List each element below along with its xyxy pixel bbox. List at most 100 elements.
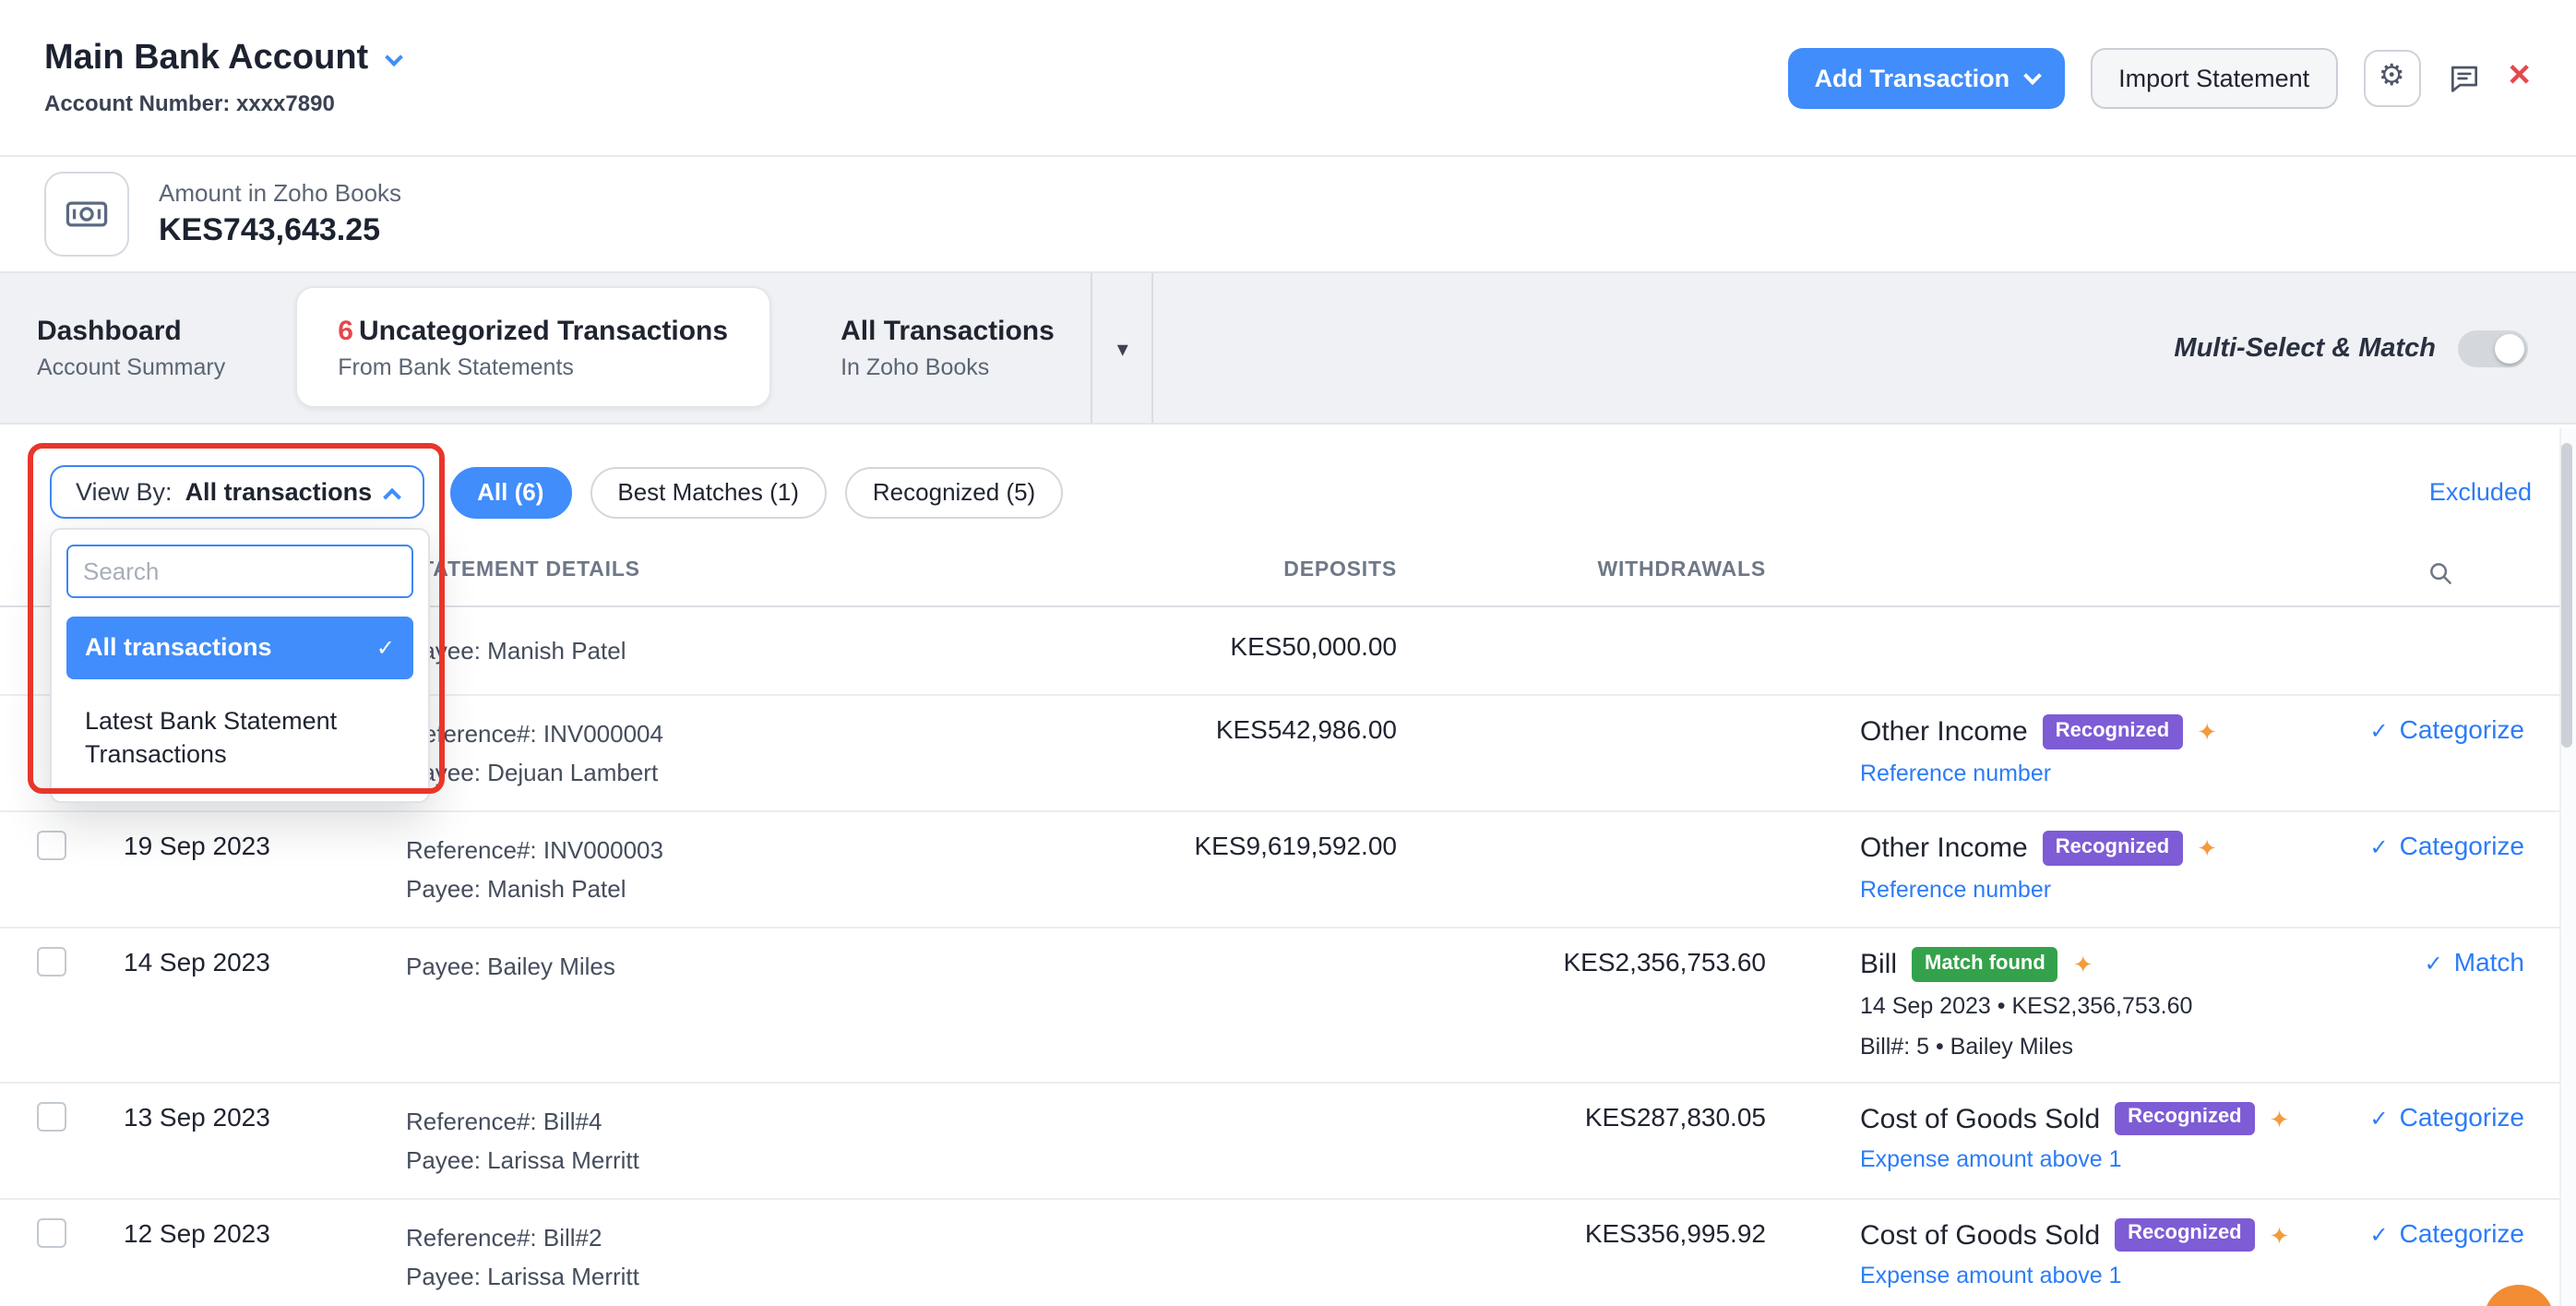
filter-pill-all[interactable]: All (6) — [449, 466, 571, 518]
tab-strip: Dashboard Account Summary 6Uncategorized… — [0, 271, 2576, 425]
view-by-value: All transactions — [185, 478, 373, 506]
row-checkbox[interactable] — [37, 947, 66, 977]
chat-bubble-icon — [2446, 60, 2481, 95]
row-checkbox[interactable] — [37, 1217, 66, 1247]
row-withdrawal: KES2,356,753.60 — [1412, 929, 1781, 995]
row-withdrawal: KES356,995.92 — [1412, 1199, 1781, 1265]
rule-link[interactable]: Reference number — [1860, 876, 2051, 902]
page-title: Main Bank Account — [44, 39, 368, 79]
sparkle-icon: ✦ — [2197, 720, 2217, 744]
categorize-button[interactable]: ✓ Categorize — [2369, 1217, 2524, 1247]
recognized-badge: Recognized — [2115, 1217, 2254, 1252]
topbar: Main Bank Account Account Number: xxxx78… — [0, 0, 2576, 157]
row-deposit: KES50,000.00 — [1033, 607, 1412, 685]
gear-icon: ⚙ — [2379, 63, 2405, 92]
option-all-transactions[interactable]: All transactions ✓ — [66, 617, 413, 679]
transactions-content: View By: All transactions All (6) Best M… — [0, 425, 2576, 1306]
check-icon: ✓ — [2369, 834, 2388, 860]
row-checkbox[interactable] — [37, 1101, 66, 1131]
table-row[interactable]: 14 Sep 2023 Payee: Bailey Miles KES2,356… — [0, 929, 2576, 1083]
tab-dashboard[interactable]: Dashboard Account Summary — [0, 273, 262, 423]
tab-uncategorized-subtitle: From Bank Statements — [338, 353, 728, 379]
row-payee: Payee: Larissa Merritt — [406, 1140, 1011, 1179]
multi-select-toggle[interactable] — [2458, 329, 2528, 366]
row-reference: Reference#: INV000004 — [406, 714, 1011, 753]
action-label: Match — [2454, 947, 2524, 977]
tab-dashboard-subtitle: Account Summary — [37, 354, 225, 380]
row-withdrawal: KES287,830.05 — [1412, 1083, 1781, 1149]
check-icon: ✓ — [2369, 718, 2388, 744]
close-button[interactable]: ✕ — [2507, 63, 2532, 92]
account-number: Account Number: xxxx7890 — [44, 90, 400, 116]
account-switcher-chevron-icon[interactable] — [384, 47, 402, 66]
option-latest-bank-statement-transactions[interactable]: Latest Bank Statement Transactions — [66, 690, 413, 786]
tab-uncategorized-transactions[interactable]: 6Uncategorized Transactions From Bank St… — [295, 286, 770, 408]
view-by-label: View By: — [76, 478, 173, 506]
add-transaction-button[interactable]: Add Transaction — [1789, 47, 2066, 108]
excluded-link[interactable]: Excluded — [2429, 478, 2532, 506]
tab-all-subtitle: In Zoho Books — [841, 354, 1055, 380]
recognized-badge: Recognized — [2115, 1101, 2254, 1135]
recognized-badge: Recognized — [2043, 831, 2182, 865]
dropdown-options: All transactions ✓ Latest Bank Statement… — [66, 617, 413, 786]
row-deposit: KES9,619,592.00 — [1033, 812, 1412, 879]
check-icon: ✓ — [2369, 1221, 2388, 1247]
rule-link[interactable]: Expense amount above 1 — [1860, 1264, 2122, 1289]
check-icon: ✓ — [2369, 1105, 2388, 1131]
row-payee: Payee: Manish Patel — [406, 869, 1011, 908]
amount-label: Amount in Zoho Books — [159, 179, 401, 207]
row-reference: Reference#: Bill#2 — [406, 1217, 1011, 1256]
add-transaction-label: Add Transaction — [1815, 64, 2010, 91]
import-statement-button[interactable]: Import Statement — [2091, 47, 2337, 108]
sparkle-icon: ✦ — [2270, 1107, 2290, 1131]
amount-value: KES743,643.25 — [159, 212, 401, 249]
chevron-up-icon — [382, 488, 400, 507]
multi-select-match-label: Multi-Select & Match — [2174, 333, 2436, 363]
account-header: Main Bank Account Account Number: xxxx78… — [44, 39, 400, 116]
table-row[interactable]: 12 Sep 2023 Reference#: Bill#2 Payee: La… — [0, 1199, 2576, 1306]
row-detail: Payee: Manish Patel — [406, 631, 1011, 670]
close-icon: ✕ — [2507, 63, 2532, 92]
tabs-more-button[interactable]: ▾ — [1091, 273, 1154, 423]
amount-summary: Amount in Zoho Books KES743,643.25 — [0, 157, 2576, 271]
view-by-dropdown-button[interactable]: View By: All transactions — [50, 465, 423, 519]
action-label: Categorize — [2400, 1217, 2524, 1247]
category-name: Other Income — [1860, 833, 2028, 864]
column-withdrawals: WITHDRAWALS — [1412, 548, 1781, 600]
categorize-button[interactable]: ✓ Categorize — [2369, 831, 2524, 860]
banking-app-window: Main Bank Account Account Number: xxxx78… — [0, 0, 2576, 1306]
feedback-button[interactable] — [2446, 60, 2481, 95]
sparkle-icon: ✦ — [2073, 953, 2093, 977]
match-button[interactable]: ✓ Match — [2425, 947, 2524, 977]
row-payee: Payee: Dejuan Lambert — [406, 753, 1011, 792]
option-label: All transactions — [85, 631, 272, 665]
settings-button[interactable]: ⚙ — [2363, 49, 2420, 106]
filter-pill-best-matches[interactable]: Best Matches (1) — [590, 466, 827, 518]
match-found-badge: Match found — [1912, 947, 2058, 981]
table-search-button[interactable] — [2299, 548, 2576, 605]
row-payee: Payee: Larissa Merritt — [406, 1256, 1011, 1295]
categorize-button[interactable]: ✓ Categorize — [2369, 1101, 2524, 1131]
action-label: Categorize — [2400, 714, 2524, 744]
row-reference: Reference#: INV000003 — [406, 831, 1011, 869]
rule-link[interactable]: Expense amount above 1 — [1860, 1147, 2122, 1173]
filter-pills: All (6) Best Matches (1) Recognized (5) — [449, 466, 1063, 518]
filter-pill-recognized[interactable]: Recognized (5) — [845, 466, 1063, 518]
dropdown-search-input[interactable] — [66, 545, 413, 598]
table-row[interactable]: 13 Sep 2023 Reference#: Bill#4 Payee: La… — [0, 1083, 2576, 1199]
row-date: 14 Sep 2023 — [103, 929, 388, 995]
row-checkbox[interactable] — [37, 831, 66, 860]
action-label: Categorize — [2400, 1101, 2524, 1131]
categorize-button[interactable]: ✓ Categorize — [2369, 714, 2524, 744]
check-icon: ✓ — [2425, 951, 2443, 977]
table-row[interactable]: 19 Sep 2023 Reference#: INV000003 Payee:… — [0, 812, 2576, 929]
view-by-dropdown-panel: All transactions ✓ Latest Bank Statement… — [50, 528, 430, 803]
scrollbar-thumb[interactable] — [2561, 443, 2572, 748]
sparkle-icon: ✦ — [2270, 1223, 2290, 1247]
uncategorized-count: 6 — [338, 315, 353, 346]
tab-all-transactions[interactable]: All Transactions In Zoho Books — [804, 273, 1091, 423]
action-label: Categorize — [2400, 831, 2524, 860]
row-date: 19 Sep 2023 — [103, 812, 388, 879]
row-deposit: KES542,986.00 — [1033, 696, 1412, 762]
rule-link[interactable]: Reference number — [1860, 760, 2051, 785]
